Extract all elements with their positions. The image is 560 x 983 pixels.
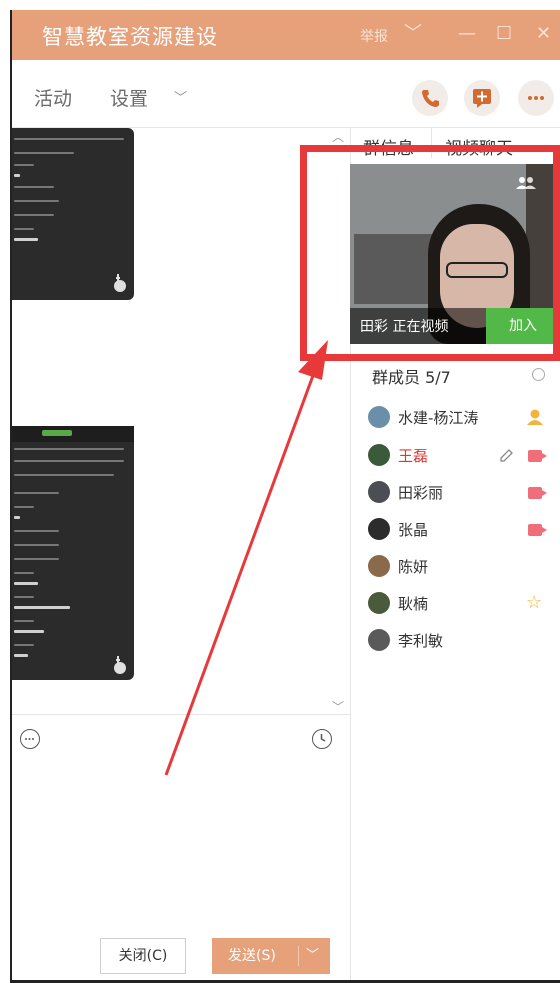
member-name: 水建-杨江涛 [398, 409, 479, 427]
avatar [368, 592, 390, 614]
member-name: 李利敏 [398, 632, 444, 650]
video-icon [528, 524, 547, 536]
avatar [368, 444, 390, 466]
edit-icon[interactable] [498, 448, 514, 464]
avatar [368, 629, 390, 651]
member-name: 田彩丽 [398, 484, 444, 502]
search-icon[interactable] [532, 368, 545, 381]
avatar [368, 481, 390, 503]
annotation-arrow [164, 340, 328, 776]
star-icon: ☆ [526, 592, 543, 613]
admin-icon [527, 409, 543, 425]
video-icon [528, 450, 547, 462]
member-name: 王磊 [398, 447, 429, 465]
video-icon [528, 487, 547, 499]
member-name: 陈妍 [398, 558, 429, 576]
member-name: 张晶 [398, 521, 429, 539]
member-count-header: 群成员 5/7 [372, 368, 451, 387]
member-name: 耿楠 [398, 595, 429, 613]
avatar [368, 555, 390, 577]
avatar [368, 406, 390, 428]
avatar [368, 518, 390, 540]
